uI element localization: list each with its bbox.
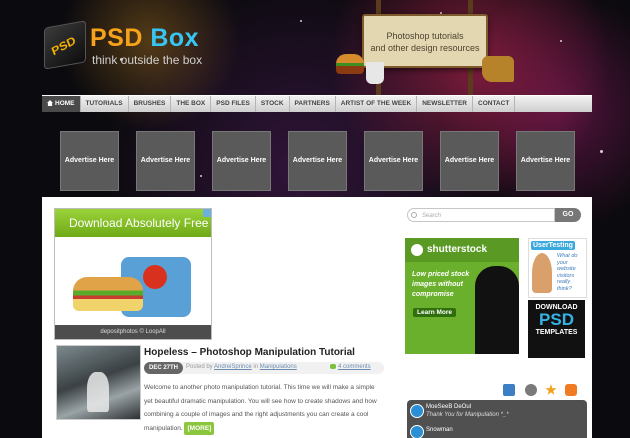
person-illustration xyxy=(532,253,552,293)
download-ad-line2: PSD xyxy=(539,310,574,329)
sparkle xyxy=(200,175,202,177)
nav-item-tutorials[interactable]: TUTORIALS xyxy=(81,96,129,112)
twitter-bird-icon xyxy=(410,404,424,418)
burger-illustration xyxy=(336,54,364,74)
comments-link[interactable]: 4 comments xyxy=(338,364,371,370)
ad-slot[interactable]: Advertise Here xyxy=(516,131,575,191)
search-go-button[interactable]: GO xyxy=(555,208,581,222)
nav-item-the-box[interactable]: THE BOX xyxy=(171,96,212,112)
download-psd-templates-ad[interactable]: DOWNLOAD PSD TEMPLATES xyxy=(528,300,585,358)
post-date: DEC 27TH xyxy=(144,362,184,374)
excerpt-text: Welcome to another photo manipulation tu… xyxy=(144,384,377,432)
posted-by-label: Posted by xyxy=(186,364,213,370)
nav-item-stock[interactable]: STOCK xyxy=(256,96,290,112)
clock-icon[interactable] xyxy=(525,384,537,396)
thumbnail-figure xyxy=(87,372,109,412)
learn-more-button[interactable]: Learn More xyxy=(413,308,457,317)
read-more-button[interactable]: [MORE] xyxy=(184,421,215,435)
shutterstock-copy: Low priced stock images without compromi… xyxy=(412,271,470,298)
sparkle xyxy=(300,20,302,22)
search-bar: Search GO xyxy=(407,208,582,222)
usertesting-copy: What do your website visitors really thi… xyxy=(557,253,578,292)
search-icon xyxy=(411,212,417,218)
ad-slot[interactable]: Advertise Here xyxy=(212,131,271,191)
lunchbox-illustration xyxy=(73,247,193,325)
category-link[interactable]: Manipulations xyxy=(260,364,297,370)
comment-icon[interactable] xyxy=(565,384,577,396)
tag-icon[interactable] xyxy=(503,384,515,396)
widget-tabs xyxy=(407,382,587,398)
usertesting-ad[interactable]: UserTesting What do your website visitor… xyxy=(528,238,587,298)
shutterstock-logo-icon xyxy=(411,244,423,256)
apple-shape xyxy=(143,265,167,289)
logo-title: PSD Box xyxy=(90,24,199,53)
sandwich-shape xyxy=(73,277,143,311)
sign-line-1: Photoshop tutorials xyxy=(386,31,464,41)
download-ad-line3: TEMPLATES xyxy=(535,329,578,336)
nav-item-contact[interactable]: CONTACT xyxy=(473,96,516,112)
in-label: in xyxy=(253,364,259,370)
sparkle xyxy=(600,150,603,153)
sparkle xyxy=(560,40,562,42)
main-nav: HOME TUTORIALS BRUSHES THE BOX PSD FILES… xyxy=(42,95,592,112)
post-excerpt: Welcome to another photo manipulation tu… xyxy=(144,381,384,435)
tweet-text: Thank You for Manipulation *_* xyxy=(426,412,509,418)
ad-slot[interactable]: Advertise Here xyxy=(364,131,423,191)
site-logo[interactable]: PSD PSD Box think outside the box xyxy=(40,20,240,72)
depositphotos-banner[interactable]: Download Absolutely Free depositphotos ©… xyxy=(54,208,212,340)
post-thumbnail[interactable] xyxy=(56,345,141,420)
logo-icon-text: PSD xyxy=(49,33,78,59)
mug-illustration xyxy=(366,62,384,84)
nav-item-psd-files[interactable]: PSD FILES xyxy=(211,96,256,112)
logo-cube-icon: PSD xyxy=(44,20,86,70)
search-input[interactable]: Search xyxy=(407,208,555,222)
nav-item-home[interactable]: HOME xyxy=(42,96,81,112)
ad-slot[interactable]: Advertise Here xyxy=(288,131,347,191)
tweet-author[interactable]: MoeSeeB DeOul xyxy=(426,404,471,410)
logo-tagline: think outside the box xyxy=(92,53,203,67)
tweet-author[interactable]: Snowman xyxy=(426,427,453,433)
nav-item-newsletter[interactable]: NEWSLETTER xyxy=(417,96,473,112)
model-silhouette xyxy=(475,266,519,354)
ad-slot[interactable]: Advertise Here xyxy=(440,131,499,191)
banner-headline: Download Absolutely Free xyxy=(55,209,211,237)
post-title[interactable]: Hopeless – Photoshop Manipulation Tutori… xyxy=(144,347,355,358)
boot-illustration xyxy=(482,56,514,82)
author-link[interactable]: AndreiSprince xyxy=(214,364,252,370)
shutterstock-ad[interactable]: shutterstock Low priced stock images wit… xyxy=(405,238,519,354)
page: PSD PSD Box think outside the box Photos… xyxy=(0,0,630,438)
banner-footer: depositphotos © LoopAll xyxy=(55,325,211,339)
logo-title-part1: PSD xyxy=(90,24,143,52)
star-icon[interactable] xyxy=(545,384,557,395)
twitter-bird-icon xyxy=(410,425,424,438)
nav-item-artist-of-the-week[interactable]: ARTIST OF THE WEEK xyxy=(336,96,418,112)
header-sign: Photoshop tutorials and other design res… xyxy=(362,14,488,68)
nav-item-label: HOME xyxy=(55,100,75,107)
post-meta: Posted by AndreiSprince in Manipulations xyxy=(186,364,297,370)
ad-slot[interactable]: Advertise Here xyxy=(60,131,119,191)
ad-slot[interactable]: Advertise Here xyxy=(136,131,195,191)
ad-choices-icon[interactable] xyxy=(203,209,211,217)
comment-bubble-icon xyxy=(330,364,336,369)
logo-title-part2: Box xyxy=(150,24,200,52)
usertesting-logo: UserTesting xyxy=(531,241,575,250)
nav-item-brushes[interactable]: BRUSHES xyxy=(129,96,172,112)
home-icon xyxy=(47,100,53,106)
nav-item-partners[interactable]: PARTNERS xyxy=(290,96,336,112)
sign-line-2: and other design resources xyxy=(370,43,480,53)
twitter-widget: MoeSeeB DeOul Thank You for Manipulation… xyxy=(407,400,587,438)
